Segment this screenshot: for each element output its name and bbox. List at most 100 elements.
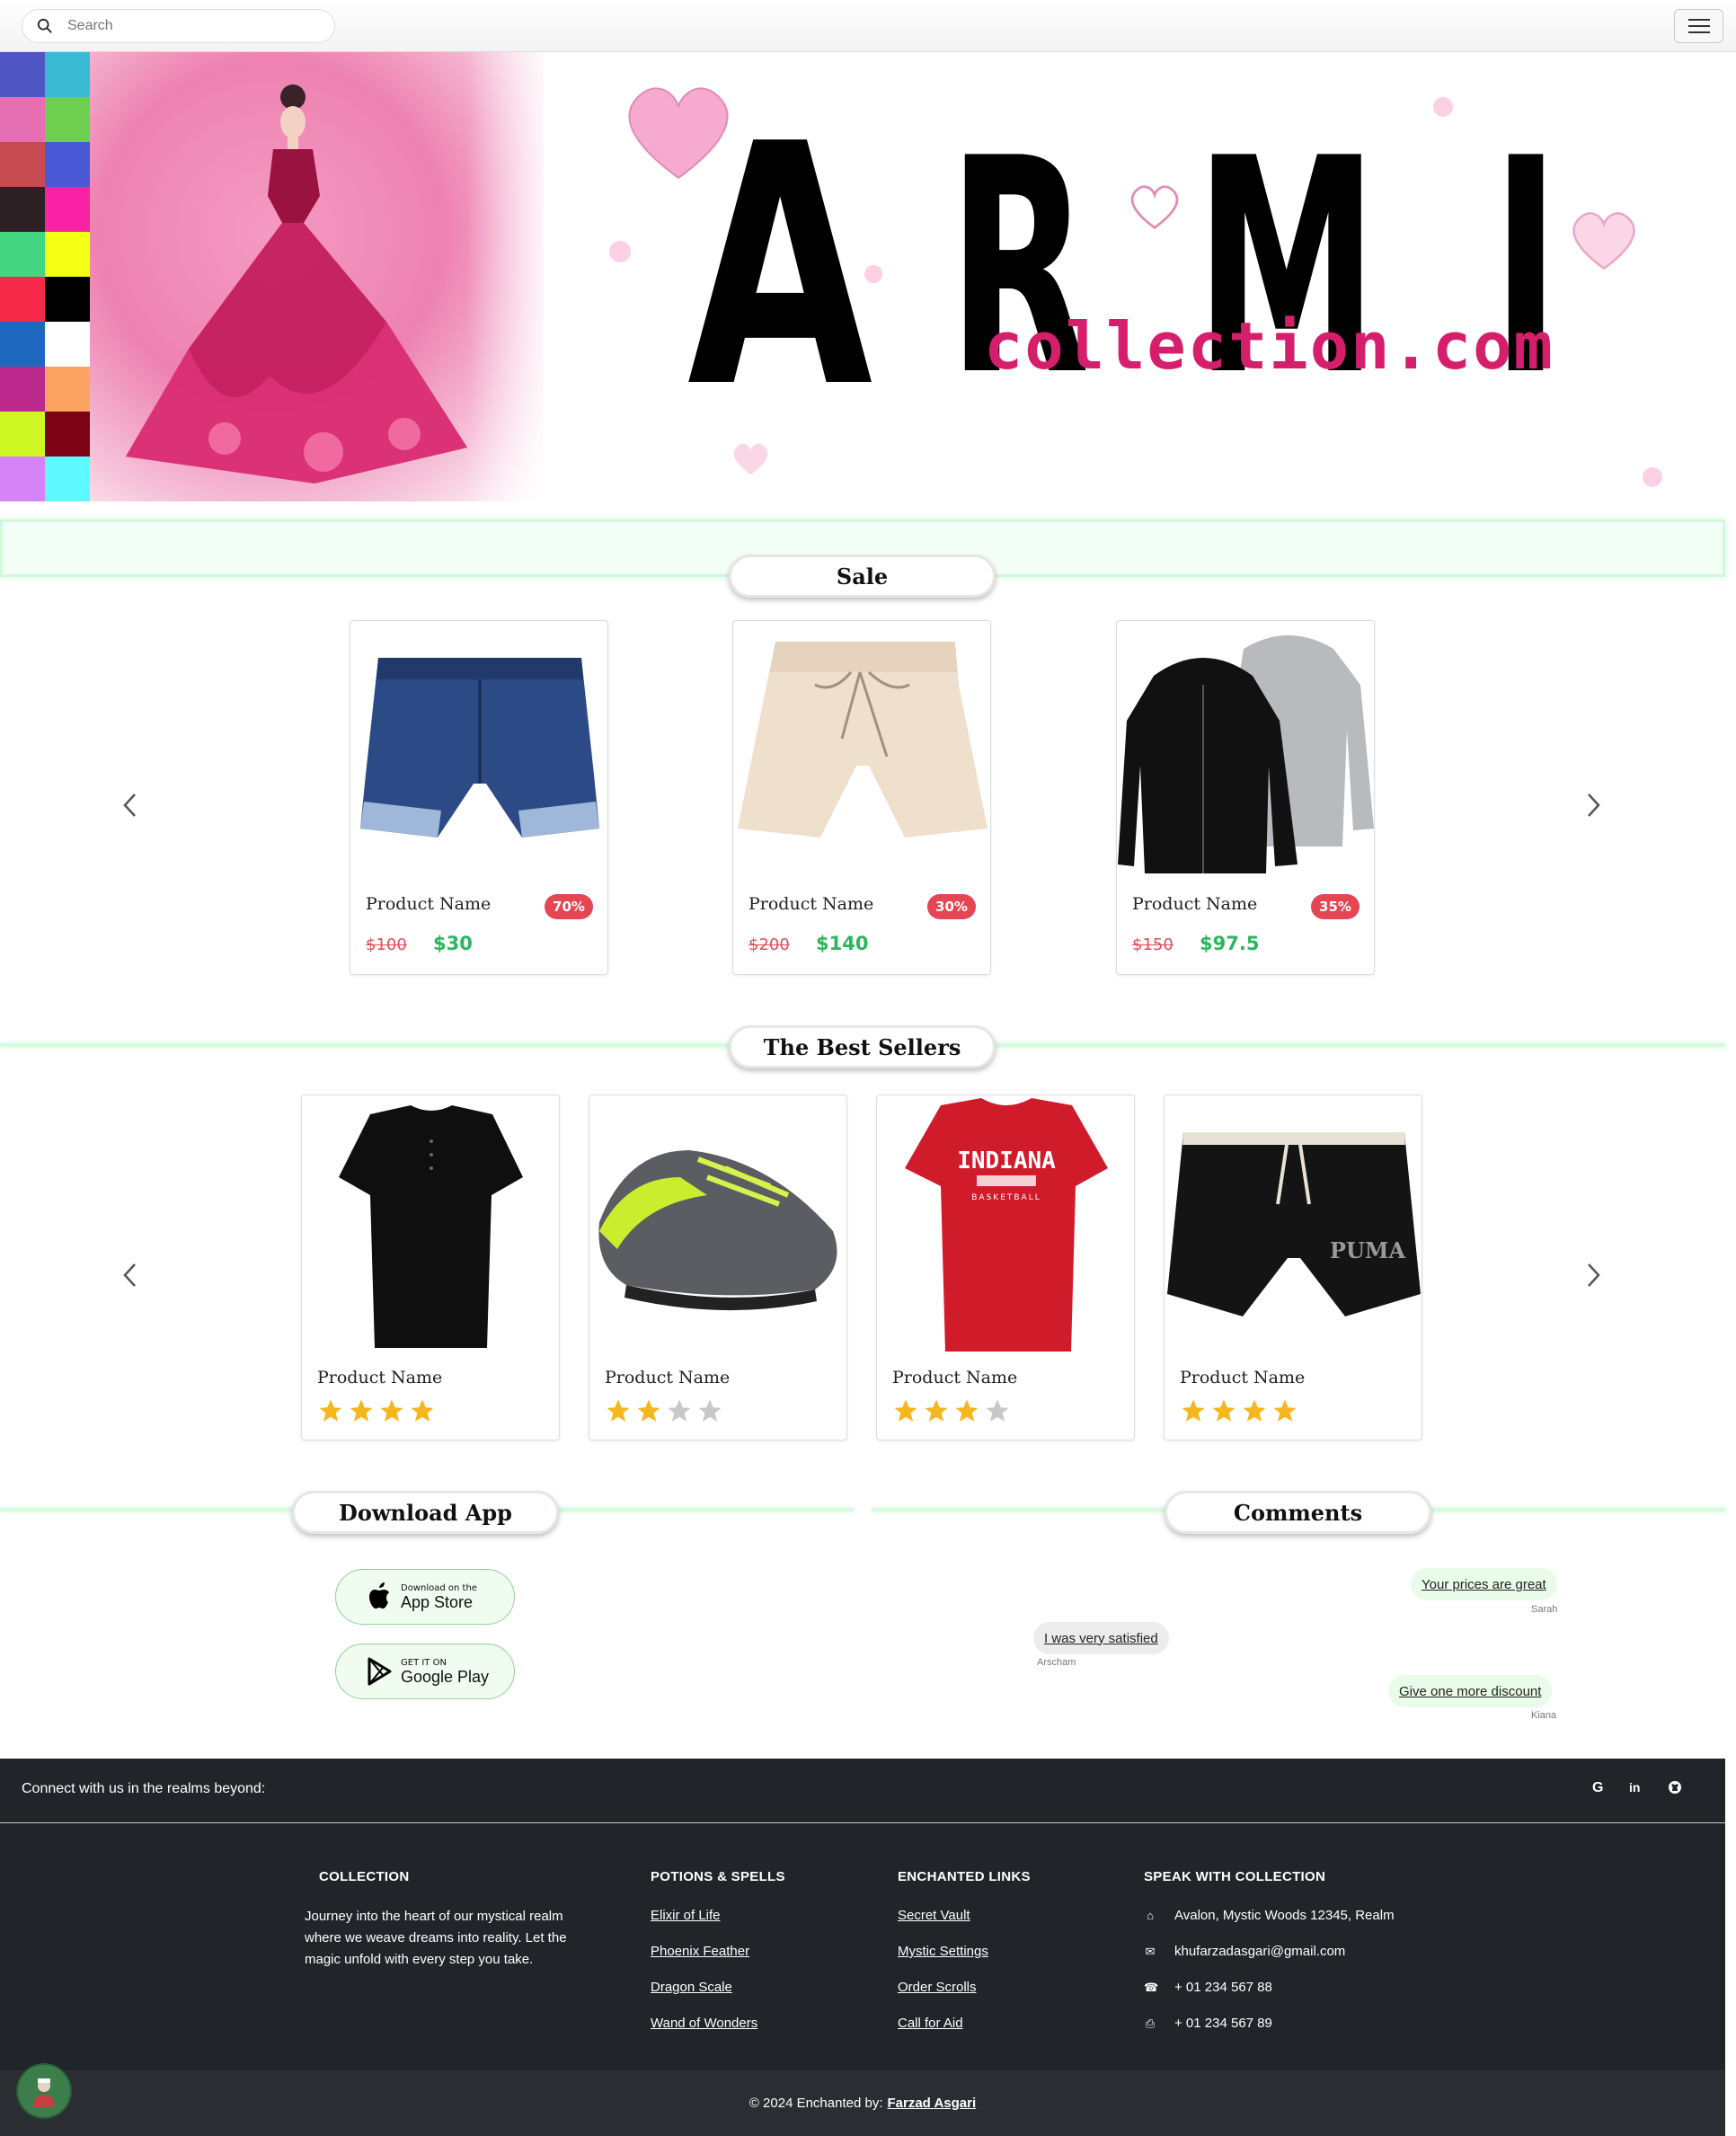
bestseller-product-card[interactable]: Product Name xyxy=(301,1095,560,1440)
comment-author: Arscham xyxy=(1037,1657,1076,1668)
footer-collection-text: Journey into the heart of our mystical r… xyxy=(305,1909,567,1967)
color-swatch xyxy=(45,97,90,142)
chevron-left-icon xyxy=(123,1263,136,1287)
apple-icon xyxy=(369,1582,389,1609)
star-icon xyxy=(319,1399,342,1422)
linkedin-icon[interactable]: in xyxy=(1629,1780,1640,1795)
discount-badge: 70% xyxy=(545,894,593,919)
footer-link[interactable]: Secret Vault xyxy=(898,1908,970,1923)
chevron-right-icon xyxy=(1588,793,1600,817)
color-swatch xyxy=(45,412,90,456)
footer-link[interactable]: Mystic Settings xyxy=(898,1944,988,1959)
shirt-print-text: INDIANA xyxy=(957,1148,1056,1174)
logo-letter: I xyxy=(1492,95,1561,440)
phone-icon: ☎ xyxy=(1144,1980,1159,1994)
new-price: $30 xyxy=(433,933,473,954)
product-image xyxy=(1118,622,1374,877)
color-swatch xyxy=(0,52,45,97)
footer-link[interactable]: Elixir of Life xyxy=(651,1908,721,1923)
bestsellers-next-button[interactable] xyxy=(1581,1257,1608,1293)
bestseller-product-card[interactable]: PUMA Product Name xyxy=(1164,1095,1422,1440)
color-swatch xyxy=(0,456,45,501)
star-icon xyxy=(1243,1399,1266,1422)
search-icon xyxy=(37,18,52,33)
navbar xyxy=(0,0,1736,52)
discount-badge: 35% xyxy=(1311,894,1360,919)
old-price: $100 xyxy=(366,935,407,954)
sale-product-card[interactable]: Product Name 30% $200 $140 xyxy=(732,620,991,975)
github-icon[interactable] xyxy=(1668,1780,1682,1799)
avatar-icon xyxy=(33,2078,55,2107)
sale-product-card[interactable]: Product Name 70% $100 $30 xyxy=(350,620,608,975)
hamburger-icon xyxy=(1687,19,1710,21)
envelope-icon: ✉ xyxy=(1145,1944,1156,1958)
search-input[interactable] xyxy=(67,18,310,34)
sale-next-button[interactable] xyxy=(1581,787,1608,823)
old-price: $200 xyxy=(748,935,790,954)
section-title-download: Download App xyxy=(292,1491,559,1534)
product-name: Product Name xyxy=(605,1368,731,1387)
contact-phone: ☎ + 01 234 567 88 xyxy=(1144,1980,1272,1995)
footer-heading-collection: COLLECTION xyxy=(319,1869,410,1884)
color-swatch xyxy=(45,142,90,187)
color-swatch xyxy=(45,232,90,277)
comment-author: Sarah xyxy=(1531,1604,1558,1615)
app-store-button[interactable]: Download on the App Store xyxy=(335,1569,515,1625)
product-image xyxy=(734,622,989,877)
comment-bubble[interactable]: Give one more discount xyxy=(1388,1675,1553,1707)
product-name: Product Name xyxy=(1180,1368,1306,1387)
color-swatch xyxy=(45,322,90,367)
shirt-print-subtext: BASKETBALL xyxy=(971,1193,1041,1202)
footer-link[interactable]: Call for Aid xyxy=(898,2016,963,2031)
google-icon[interactable]: G xyxy=(1592,1780,1603,1796)
bestseller-product-card[interactable]: Product Name xyxy=(589,1095,847,1440)
footer-link[interactable]: Dragon Scale xyxy=(651,1980,732,1995)
old-price: $150 xyxy=(1132,935,1174,954)
footer-social-bar: Connect with us in the realms beyond: G … xyxy=(0,1759,1725,1823)
discount-badge: 30% xyxy=(927,894,976,919)
color-swatch xyxy=(0,97,45,142)
star-icon xyxy=(350,1399,373,1422)
product-name: Product Name xyxy=(892,1368,1018,1387)
menu-toggle-button[interactable] xyxy=(1674,9,1723,43)
google-play-icon xyxy=(368,1657,392,1686)
home-icon: ⌂ xyxy=(1147,1909,1154,1922)
star-icon xyxy=(894,1399,917,1422)
footer: Connect with us in the realms beyond: G … xyxy=(0,1759,1725,2136)
sale-product-card[interactable]: Product Name 35% $150 $97.5 xyxy=(1116,620,1375,975)
chat-avatar-button[interactable] xyxy=(16,2063,72,2119)
star-icon xyxy=(986,1399,1009,1422)
star-icon xyxy=(925,1399,948,1422)
star-icon xyxy=(698,1399,722,1422)
footer-heading-contact: SPEAK WITH COLLECTION xyxy=(1144,1869,1326,1884)
bestsellers-prev-button[interactable] xyxy=(116,1257,143,1293)
search-box[interactable] xyxy=(22,9,335,43)
sale-prev-button[interactable] xyxy=(116,787,143,823)
logo-subtitle: collection.com xyxy=(984,308,1554,384)
footer-link[interactable]: Order Scrolls xyxy=(898,1980,977,1995)
star-rating xyxy=(317,1397,436,1424)
comment-bubble[interactable]: I was very satisfied xyxy=(1033,1622,1169,1654)
bestseller-product-card[interactable]: INDIANA BASKETBALL Product Name xyxy=(876,1095,1135,1440)
star-icon xyxy=(1273,1399,1297,1422)
author-link[interactable]: Farzad Asgari xyxy=(888,2096,977,2111)
color-swatch xyxy=(0,412,45,456)
google-play-button[interactable]: GET IT ON Google Play xyxy=(335,1644,515,1699)
color-swatch xyxy=(0,142,45,187)
product-image: PUMA xyxy=(1165,1096,1421,1352)
appstore-small-text: Download on the xyxy=(401,1582,477,1593)
new-price: $140 xyxy=(816,933,869,954)
footer-link[interactable]: Wand of Wonders xyxy=(651,2016,757,2031)
product-name: Product Name xyxy=(748,894,874,914)
footer-copyright: © 2024 Enchanted by: Farzad Asgari xyxy=(0,2070,1725,2136)
footer-connect-text: Connect with us in the realms beyond: xyxy=(22,1781,266,1796)
googleplay-small-text: GET IT ON xyxy=(401,1657,447,1668)
star-icon xyxy=(380,1399,403,1422)
comment-bubble[interactable]: Your prices are great xyxy=(1411,1568,1557,1600)
section-title-sale: Sale xyxy=(729,554,996,598)
footer-link[interactable]: Phoenix Feather xyxy=(651,1944,749,1959)
star-icon xyxy=(668,1399,691,1422)
contact-fax: ⎙ + 01 234 567 89 xyxy=(1145,2016,1272,2031)
star-icon xyxy=(1182,1399,1205,1422)
color-swatch xyxy=(0,232,45,277)
